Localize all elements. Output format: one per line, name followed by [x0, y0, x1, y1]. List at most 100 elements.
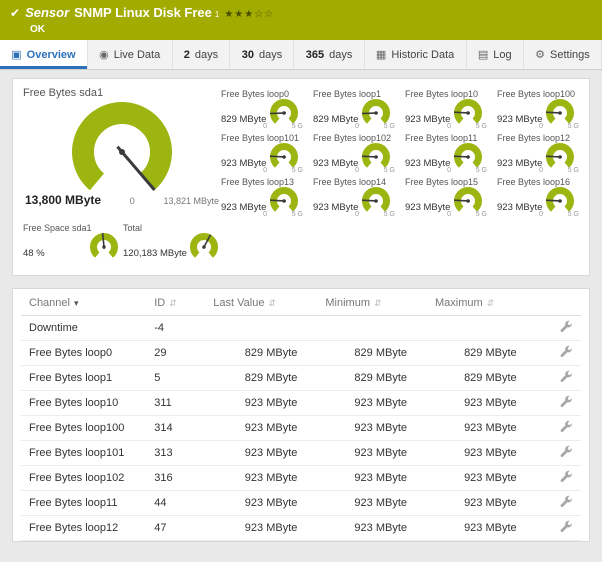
- tab-2-days[interactable]: 2 days: [173, 40, 231, 69]
- channel-row[interactable]: Free Bytes loop1 5 829 MByte 829 MByte 829 M…: [21, 365, 581, 391]
- gauge-tick-min: 0: [447, 123, 451, 130]
- column-header-channel[interactable]: Channel: [21, 291, 147, 316]
- tab-settings[interactable]: Settings: [524, 40, 602, 69]
- channel-row[interactable]: Free Bytes loop0 29 829 MByte 829 MByte 829 …: [21, 340, 581, 366]
- wrench-icon: [560, 345, 572, 358]
- channel-gauge-cell[interactable]: Free Bytes loop10 923 MByte 0 5 G: [405, 89, 487, 131]
- wrench-icon: [560, 520, 572, 533]
- gauge-tick-min: 0: [263, 123, 267, 130]
- tab-365-days[interactable]: 365 days: [294, 40, 365, 69]
- channel-gauge-cell[interactable]: Free Bytes loop14 923 MByte 0 5 G: [313, 177, 395, 219]
- channel-row[interactable]: Downtime -4: [21, 315, 581, 341]
- gauge-dial: [90, 232, 118, 258]
- cell-channel: Free Bytes loop0: [21, 340, 147, 366]
- tab-number: 30: [241, 48, 254, 61]
- gauge-tick-max: 5 G: [567, 123, 579, 130]
- wrench-icon: [560, 445, 572, 458]
- tab-bar: Overview Live Data 2 days 30 days 365 da…: [0, 40, 602, 70]
- tab-label: days: [329, 48, 353, 61]
- channel-settings-button[interactable]: [536, 440, 581, 466]
- sort-toggle-icon: [483, 297, 495, 309]
- tab-label: Log: [493, 48, 512, 61]
- channel-gauge-cell[interactable]: Free Bytes loop1 829 MByte 0 5 G: [313, 89, 395, 131]
- channels-panel: Channel ID Last Value Minimum Maximum: [12, 288, 590, 542]
- tab-log[interactable]: Log: [467, 40, 524, 69]
- channel-gauge-cell[interactable]: Free Bytes loop100 923 MByte 0 5 G: [497, 89, 579, 131]
- channel-settings-button[interactable]: [536, 340, 581, 366]
- table-header-row: Channel ID Last Value Minimum Maximum: [21, 291, 581, 316]
- cell-maximum: 829 MByte: [427, 340, 537, 366]
- cell-minimum: 923 MByte: [317, 440, 428, 466]
- object-kind-label: Sensor: [25, 5, 70, 20]
- gauge-tick-max: 5 G: [475, 211, 487, 218]
- gauges-panel: Free Bytes sda1 13,800 MByte 0 13,821 MB…: [12, 78, 590, 276]
- gauge-value: 923 MByte: [497, 202, 543, 213]
- channel-settings-button[interactable]: [536, 415, 581, 441]
- cell-last-value: 923 MByte: [205, 390, 318, 416]
- tab-30-days[interactable]: 30 days: [230, 40, 295, 69]
- channel-settings-button[interactable]: [536, 515, 581, 541]
- cell-maximum: 923 MByte: [427, 440, 537, 466]
- channel-settings-button[interactable]: [536, 490, 581, 516]
- column-header-last-value[interactable]: Last Value: [205, 291, 318, 316]
- channel-settings-button[interactable]: [536, 390, 581, 416]
- column-header-id[interactable]: ID: [146, 291, 206, 316]
- channel-row[interactable]: Free Bytes loop11 44 923 MByte 923 MByte 923…: [21, 490, 581, 516]
- channel-gauge-cell[interactable]: Free Bytes loop101 923 MByte 0 5 G: [221, 133, 303, 175]
- primary-gauge-value: 13,800 MByte: [25, 193, 102, 207]
- gauge-tick-max: 5 G: [475, 123, 487, 130]
- channel-row[interactable]: Free Bytes loop100 314 923 MByte 923 MByte 9…: [21, 415, 581, 441]
- column-header-minimum[interactable]: Minimum: [317, 291, 428, 316]
- channel-gauge-cell[interactable]: Free Bytes loop102 923 MByte 0 5 G: [313, 133, 395, 175]
- gauge-tick-min: 0: [539, 123, 543, 130]
- cell-id: 314: [146, 415, 206, 441]
- cell-id: 29: [146, 340, 206, 366]
- cell-id: -4: [146, 315, 206, 341]
- gauge-tick-max: 5 G: [383, 123, 395, 130]
- channel-row[interactable]: Free Bytes loop12 47 923 MByte 923 MByte 923…: [21, 515, 581, 541]
- log-icon: [478, 48, 488, 61]
- tab-historic-data[interactable]: Historic Data: [365, 40, 467, 69]
- channel-row[interactable]: Free Bytes loop101 313 923 MByte 923 MByte 9…: [21, 440, 581, 466]
- cell-id: 44: [146, 490, 206, 516]
- priority-stars[interactable]: ★★★☆☆: [224, 7, 274, 23]
- cell-id: 5: [146, 365, 206, 391]
- gauge-tick-min: 0: [447, 211, 451, 218]
- cell-last-value: 923 MByte: [205, 440, 318, 466]
- cell-id: 311: [146, 390, 206, 416]
- gauge-tick-min: 0: [539, 211, 543, 218]
- cell-maximum: 923 MByte: [427, 515, 537, 541]
- cell-maximum: 923 MByte: [427, 490, 537, 516]
- cell-minimum: 923 MByte: [317, 515, 428, 541]
- gear-icon: [535, 48, 545, 61]
- channel-gauge-cell[interactable]: Free Bytes loop12 923 MByte 0 5 G: [497, 133, 579, 175]
- channel-settings-button[interactable]: [536, 315, 581, 341]
- channel-gauge-cell[interactable]: Total 120,183 MByte: [123, 223, 223, 265]
- channel-row[interactable]: Free Bytes loop10 311 923 MByte 923 MByte 92…: [21, 390, 581, 416]
- gauge-tick-max: 5 G: [383, 167, 395, 174]
- wrench-icon: [560, 320, 572, 333]
- channel-gauge-cell[interactable]: Free Bytes loop11 923 MByte 0 5 G: [405, 133, 487, 175]
- tab-label: Historic Data: [391, 48, 455, 61]
- tab-label: Settings: [550, 48, 590, 61]
- cell-last-value: 923 MByte: [205, 490, 318, 516]
- channel-gauge-cell[interactable]: Free Bytes loop16 923 MByte 0 5 G: [497, 177, 579, 219]
- gauge-tick-max: 5 G: [567, 211, 579, 218]
- channel-gauge-cell[interactable]: Free Bytes loop15 923 MByte 0 5 G: [405, 177, 487, 219]
- channel-gauge-cell[interactable]: Free Bytes loop13 923 MByte 0 5 G: [221, 177, 303, 219]
- tab-number: 365: [305, 48, 325, 61]
- gauge-tick-min: 0: [263, 211, 267, 218]
- gauge-value: 48 %: [23, 248, 45, 259]
- channel-gauge-cell[interactable]: Free Bytes loop0 829 MByte 0 5 G: [221, 89, 303, 131]
- cell-maximum: 829 MByte: [427, 365, 537, 391]
- cell-minimum: [317, 315, 428, 341]
- tab-overview[interactable]: Overview: [0, 40, 88, 69]
- column-header-maximum[interactable]: Maximum: [427, 291, 537, 316]
- tab-live-data[interactable]: Live Data: [88, 40, 173, 69]
- sort-toggle-icon: [264, 297, 276, 309]
- channel-settings-button[interactable]: [536, 365, 581, 391]
- gauge-tick-max: 5 G: [291, 211, 303, 218]
- column-header-actions: [536, 291, 581, 316]
- channel-gauge-grid: Free Bytes loop0 829 MByte 0 5 G Free By…: [221, 87, 579, 219]
- channel-gauge-cell[interactable]: Free Space sda1 48 %: [23, 223, 123, 265]
